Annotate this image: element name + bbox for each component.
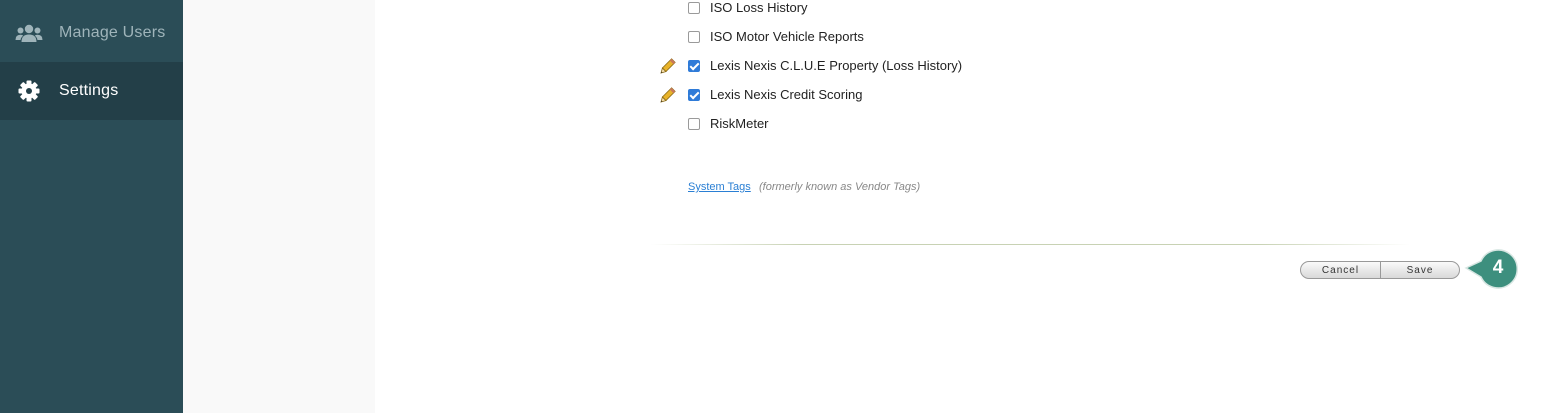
checkbox[interactable] [688, 31, 700, 43]
option-label: Lexis Nexis Credit Scoring [710, 87, 863, 102]
system-tags-link[interactable]: System Tags [688, 181, 751, 193]
sidebar-item-label: Manage Users [59, 24, 166, 41]
pencil-icon[interactable] [658, 58, 676, 76]
sidebar-item-label: Settings [59, 82, 119, 99]
option-row-iso-loss-history: ISO Loss History [655, 0, 1055, 22]
save-button[interactable]: Save [1380, 261, 1460, 279]
users-icon [15, 19, 43, 47]
option-label: RiskMeter [710, 116, 769, 131]
option-label: Lexis Nexis C.L.U.E Property (Loss Histo… [710, 58, 963, 73]
sidebar-item-manage-users[interactable]: Manage Users [0, 4, 183, 62]
option-label: ISO Motor Vehicle Reports [710, 29, 864, 44]
option-row-lexis-nexis-credit: Lexis Nexis Credit Scoring [655, 85, 1055, 109]
cancel-button[interactable]: Cancel [1300, 261, 1381, 279]
pencil-icon[interactable] [658, 87, 676, 105]
sidebar: Manage Users Settings [0, 0, 183, 413]
checkbox[interactable] [688, 118, 700, 130]
gear-icon [15, 77, 43, 105]
system-tags-note: (formerly known as Vendor Tags) [759, 181, 921, 193]
step-number: 4 [1492, 257, 1504, 278]
option-row-riskmeter: RiskMeter [655, 114, 1055, 138]
checkbox[interactable] [688, 89, 700, 101]
content-gutter [183, 0, 375, 413]
checkbox[interactable] [688, 2, 700, 14]
option-row-lexis-nexis-clue: Lexis Nexis C.L.U.E Property (Loss Histo… [655, 56, 1055, 80]
sidebar-item-settings[interactable]: Settings [0, 62, 183, 120]
checkbox[interactable] [688, 60, 700, 72]
divider [650, 244, 1410, 245]
option-label: ISO Loss History [710, 0, 808, 15]
option-row-iso-motor-vehicle-reports: ISO Motor Vehicle Reports [655, 27, 1055, 51]
